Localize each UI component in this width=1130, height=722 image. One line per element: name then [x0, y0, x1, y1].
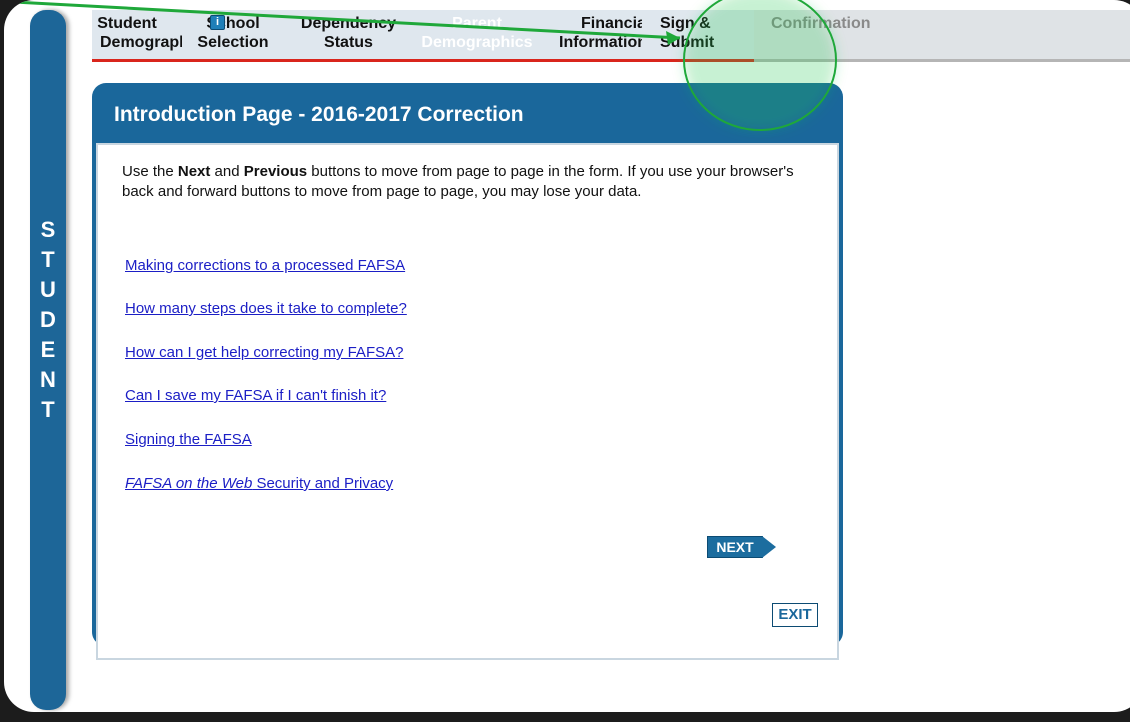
tab-line: Sign &: [660, 15, 711, 32]
intro-panel: Introduction Page - 2016-2017 Correction…: [92, 83, 843, 660]
tab-parent-demographics: Parent Demographics: [413, 10, 541, 62]
intro-next-word: Next: [177, 163, 211, 180]
info-icon[interactable]: i: [210, 15, 225, 30]
sidebar-letter-d: D: [40, 307, 56, 332]
intro-previous-word: Previous: [243, 163, 308, 180]
sidebar-letter-n: N: [40, 367, 56, 392]
tab-sign-submit[interactable]: Sign & Submit: [642, 10, 754, 62]
sidebar-letter-t: T: [41, 247, 55, 272]
link-how-many-steps[interactable]: How many steps does it take to complete?: [125, 300, 407, 317]
tab-line: Information: [559, 34, 647, 51]
exit-button[interactable]: EXIT: [772, 603, 818, 627]
tab-school-selection[interactable]: School Selection: [182, 10, 284, 62]
link-save-fafsa[interactable]: Can I save my FAFSA if I can't finish it…: [125, 387, 386, 404]
link-security-rest: Security and Privacy: [252, 475, 394, 492]
intro-prefix: Use the: [122, 163, 178, 180]
tab-line: Parent: [452, 15, 502, 32]
tab-line: Student: [97, 15, 157, 32]
tab-line: School: [206, 15, 260, 32]
sidebar-letter-s: S: [40, 217, 56, 242]
tab-line: Financial: [581, 15, 651, 32]
link-signing[interactable]: Signing the FAFSA: [125, 431, 252, 448]
student-sidebar: S T U D E N T: [30, 10, 66, 710]
tab-confirmation: Confirmation: [754, 10, 1130, 62]
tab-line: Dependency: [300, 15, 397, 32]
tab-dependency-status[interactable]: Dependency Status: [284, 10, 413, 62]
page-title: Introduction Page - 2016-2017 Correction: [114, 103, 524, 126]
sidebar-letter-e: E: [40, 337, 56, 362]
tab-line: Submit: [660, 34, 715, 51]
tab-line: Demographics: [421, 34, 533, 51]
intro-and: and: [210, 163, 244, 180]
intro-text: Use the Next and Previous buttons to mov…: [122, 162, 822, 202]
next-button[interactable]: NEXT: [707, 536, 782, 558]
tab-financial-information[interactable]: Financial Information: [541, 10, 651, 62]
screen: S T U D E N T Student Demographics Schoo…: [4, 0, 1130, 712]
content-area: Use the Next and Previous buttons to mov…: [96, 143, 839, 660]
tab-student-demographics[interactable]: Student Demographics: [92, 10, 212, 62]
tab-line: Confirmation: [771, 15, 871, 32]
link-making-corrections[interactable]: Making corrections to a processed FAFSA: [125, 257, 405, 274]
sidebar-letter-t2: T: [41, 397, 55, 422]
next-arrow-icon: [762, 536, 776, 558]
section-tabs: Student Demographics School Selection De…: [92, 10, 1130, 65]
sidebar-label: S T U D E N T: [30, 215, 66, 425]
tab-line: Demographics: [100, 34, 212, 51]
link-security-italic: FAFSA on the Web: [125, 475, 253, 492]
link-security-privacy[interactable]: FAFSA on the Web Security and Privacy: [125, 475, 393, 492]
sidebar-letter-u: U: [40, 277, 56, 302]
tab-line: Selection: [197, 34, 269, 51]
link-get-help[interactable]: How can I get help correcting my FAFSA?: [125, 344, 403, 361]
next-label: NEXT: [707, 536, 763, 558]
tab-line: Status: [324, 34, 373, 51]
